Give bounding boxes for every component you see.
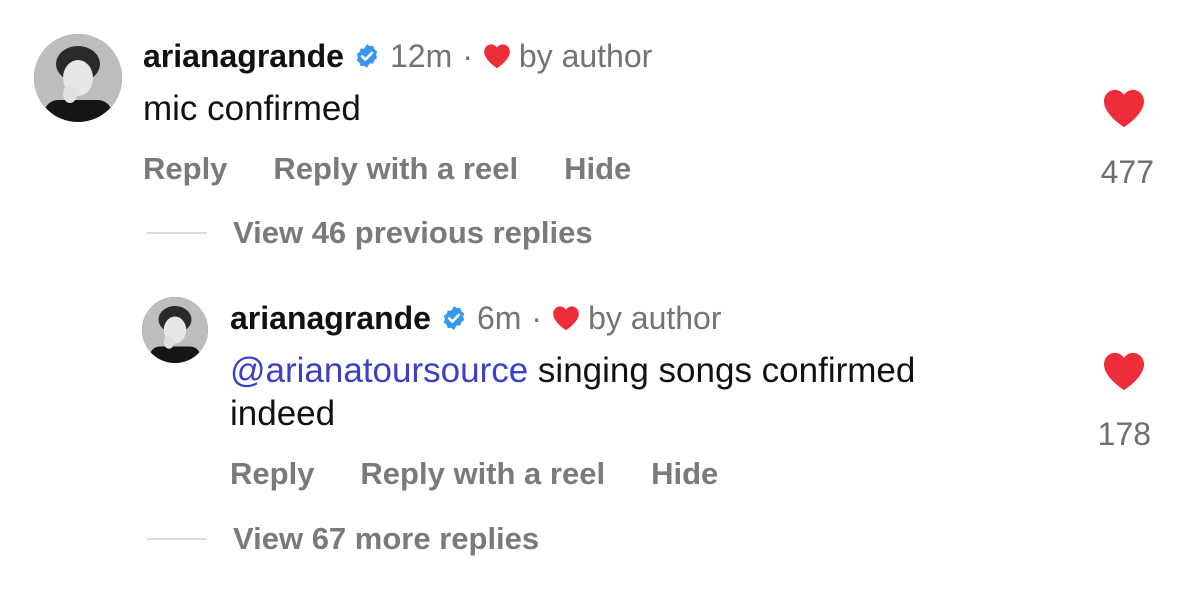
comment-text: mic confirmed xyxy=(143,87,1043,130)
verified-badge-icon xyxy=(354,43,380,69)
by-author-label: by author xyxy=(518,38,653,74)
view-more-replies[interactable]: View 67 more replies xyxy=(147,521,539,557)
view-previous-replies-label[interactable]: View 46 previous replies xyxy=(233,215,593,251)
thread-line xyxy=(147,232,207,234)
timestamp: 12m xyxy=(389,38,453,74)
comment-meta: arianagrande 12m · by author xyxy=(143,40,652,72)
like-count: 178 xyxy=(1097,416,1151,452)
by-author-label: by author xyxy=(588,300,722,336)
comment-text: @arianatoursource singing songs confirme… xyxy=(230,349,1030,435)
username[interactable]: arianagrande xyxy=(230,302,431,334)
hide-button[interactable]: Hide xyxy=(651,456,718,492)
separator: · xyxy=(462,38,473,74)
verified-badge-icon xyxy=(441,305,467,331)
username[interactable]: arianagrande xyxy=(143,40,344,72)
reply-button[interactable]: Reply xyxy=(143,151,227,187)
liked-by-author-heart-icon xyxy=(552,305,580,331)
profile-photo xyxy=(142,297,208,363)
reply-button[interactable]: Reply xyxy=(230,456,314,492)
comment-actions: Reply Reply with a reel Hide xyxy=(143,151,677,187)
view-more-replies-label[interactable]: View 67 more replies xyxy=(233,521,539,557)
profile-photo xyxy=(34,34,122,122)
reply-with-reel-button[interactable]: Reply with a reel xyxy=(360,456,605,492)
comment-meta: arianagrande 6m · by author xyxy=(230,302,722,334)
like-heart-icon[interactable] xyxy=(1102,351,1146,391)
comment-actions: Reply Reply with a reel Hide xyxy=(230,456,764,492)
avatar[interactable] xyxy=(34,34,122,122)
comment-body: mic confirmed xyxy=(143,89,361,128)
like-heart-icon[interactable] xyxy=(1102,88,1146,128)
hide-button[interactable]: Hide xyxy=(564,151,631,187)
reply-with-reel-button[interactable]: Reply with a reel xyxy=(273,151,518,187)
avatar[interactable] xyxy=(142,297,208,363)
timestamp: 6m xyxy=(476,300,522,336)
liked-by-author-heart-icon xyxy=(483,43,511,69)
like-count: 477 xyxy=(1100,154,1154,190)
view-previous-replies[interactable]: View 46 previous replies xyxy=(147,215,593,251)
separator: · xyxy=(531,300,543,336)
thread-line xyxy=(147,538,207,540)
mention-link[interactable]: @arianatoursource xyxy=(230,351,528,390)
